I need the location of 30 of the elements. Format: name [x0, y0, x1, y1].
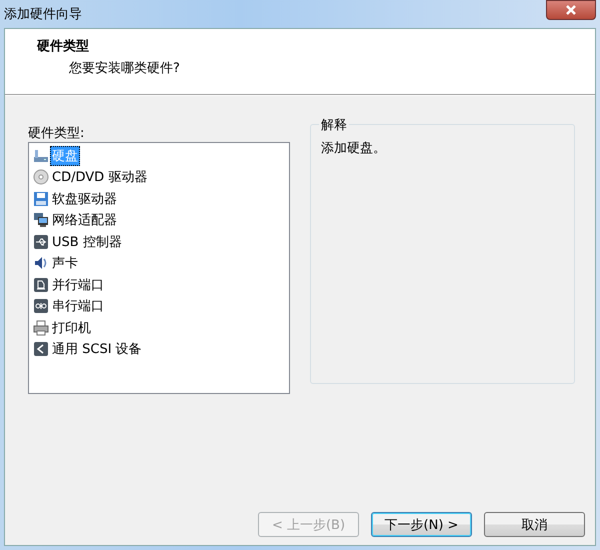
disc-icon: [33, 169, 49, 186]
list-item[interactable]: 声卡: [33, 252, 285, 274]
header-title: 硬件类型: [37, 38, 90, 55]
group-title: 解释: [318, 116, 349, 134]
list-item[interactable]: 并行端口: [33, 274, 285, 296]
hard-disk-icon: [33, 148, 49, 164]
port-icon: [33, 276, 49, 293]
list-item[interactable]: 串行端口: [33, 296, 285, 317]
list-item[interactable]: 网络适配器: [33, 210, 285, 231]
speaker-icon: [33, 255, 49, 272]
header-subtitle: 您要安装哪类硬件?: [68, 60, 181, 77]
hardware-list[interactable]: 硬盘 CD/DVD 驱动器 软盘驱动器 网络适配器 USB 控制器 声卡 并行端口 串行端口 打印机 通用 SCSI 设备: [28, 142, 290, 394]
list-item[interactable]: 通用 SCSI 设备: [33, 338, 285, 360]
usb-icon: [33, 234, 49, 250]
device-icon: [33, 341, 49, 358]
list-item[interactable]: 打印机: [33, 317, 285, 338]
list-item[interactable]: 软盘驱动器: [33, 188, 285, 210]
explanation-text: 添加硬盘。: [320, 140, 387, 157]
monitors-icon: [33, 212, 49, 228]
serial-port-icon: [33, 298, 49, 314]
list-label: 硬件类型:: [28, 125, 86, 142]
close-icon: [565, 5, 577, 15]
dialog-button[interactable]: 取消: [484, 512, 585, 537]
window-title: 添加硬件向导: [4, 6, 82, 23]
floppy-icon: [33, 190, 49, 207]
list-item[interactable]: USB 控制器: [33, 231, 285, 252]
list-item[interactable]: CD/DVD 驱动器: [33, 166, 285, 188]
close-button[interactable]: [546, 0, 596, 20]
printer-icon: [33, 320, 49, 336]
dialog-button[interactable]: 下一步(N) >: [371, 512, 472, 537]
